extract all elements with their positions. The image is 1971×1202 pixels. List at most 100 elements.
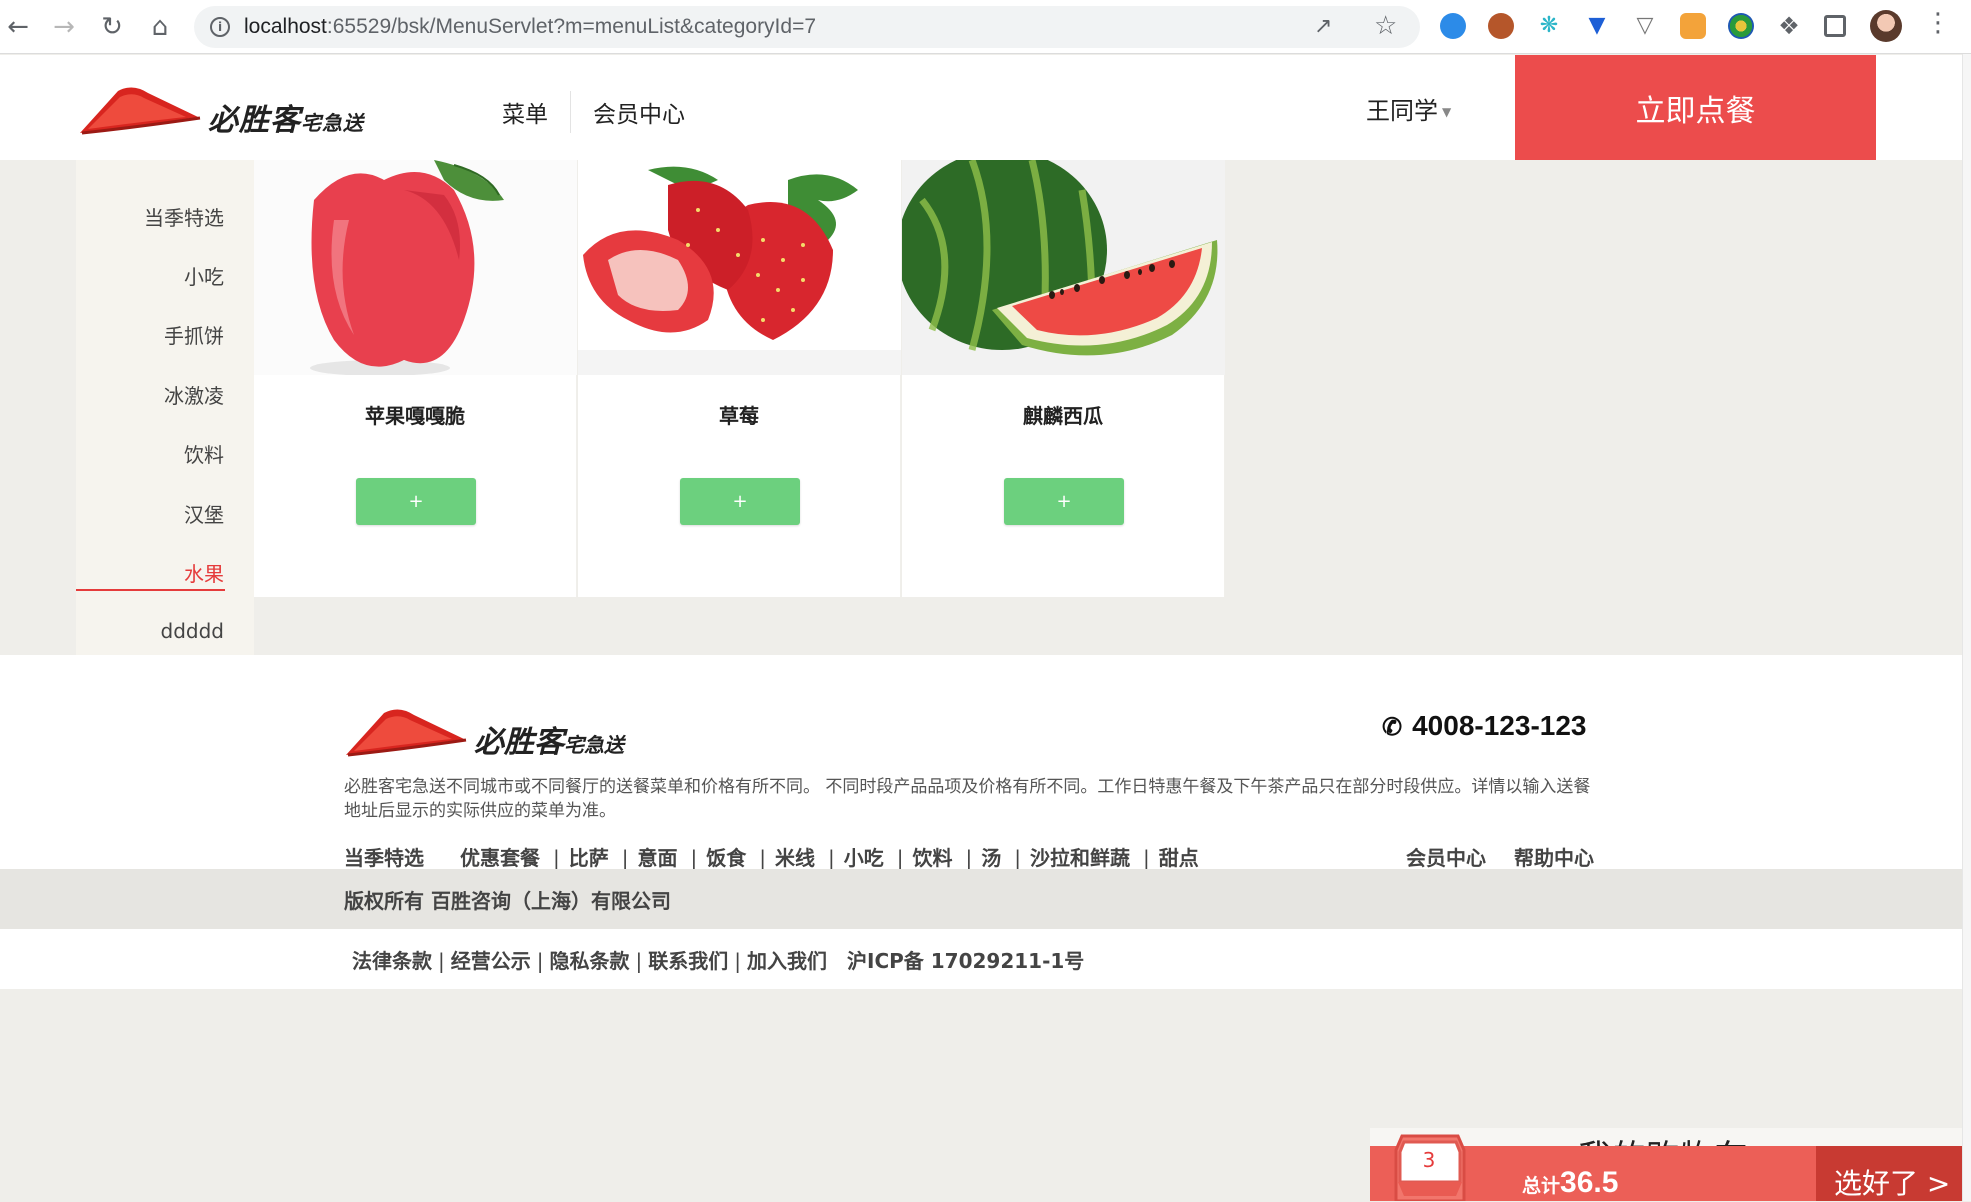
product-name: 草莓 bbox=[719, 404, 759, 428]
product-card: 苹果嘎嘎脆 + bbox=[254, 160, 577, 597]
category-item-active[interactable]: 水果 bbox=[184, 558, 224, 587]
footer-link[interactable]: 优惠套餐 bbox=[460, 846, 540, 870]
extension-shield-icon[interactable] bbox=[1440, 13, 1466, 39]
home-icon[interactable]: ⌂ bbox=[142, 9, 178, 45]
brand-name: 必胜客 bbox=[208, 103, 301, 138]
browser-toolbar: ← → ↻ ⌂ i localhost:65529/bsk/MenuServle… bbox=[0, 0, 1971, 54]
legal-link[interactable]: 加入我们 bbox=[747, 949, 827, 973]
category-item[interactable]: ddddd bbox=[161, 619, 224, 643]
legal-link[interactable]: 经营公示 bbox=[451, 949, 531, 973]
caret-down-icon: ▼ bbox=[1442, 105, 1452, 119]
footer-member-center-link[interactable]: 会员中心 bbox=[1406, 846, 1486, 870]
extension-orange-icon[interactable] bbox=[1680, 13, 1706, 39]
checkout-button[interactable]: 选好了 > bbox=[1816, 1146, 1962, 1201]
footer-link[interactable]: 当季特选 bbox=[344, 846, 424, 870]
phone-icon: ✆ bbox=[1382, 714, 1403, 742]
hotline-number: 4008-123-123 bbox=[1412, 710, 1587, 741]
site-header: 必胜客宅急送 菜单 会员中心 王同学 ▼ 立即点餐 bbox=[0, 55, 1962, 160]
reload-icon[interactable]: ↻ bbox=[94, 9, 130, 45]
add-to-cart-button[interactable]: + bbox=[356, 478, 476, 525]
footer-brand-name: 必胜客 bbox=[474, 725, 564, 760]
legal-link[interactable]: 隐私条款 bbox=[550, 949, 630, 973]
extension-fox-icon[interactable] bbox=[1488, 13, 1514, 39]
page-scrollbar[interactable] bbox=[1962, 54, 1971, 1201]
footer-disclaimer: 必胜客宅急送不同城市或不同餐厅的送餐菜单和价格有所不同。 不同时段产品品项及价格… bbox=[344, 777, 1591, 821]
footer-right-links: 会员中心 帮助中心 bbox=[1406, 842, 1594, 871]
share-icon[interactable]: ↗ bbox=[1314, 14, 1332, 39]
nav-menu-link[interactable]: 菜单 bbox=[480, 95, 570, 129]
footer-divider: | bbox=[621, 846, 629, 870]
footer-divider: | bbox=[896, 846, 904, 870]
footer-link[interactable]: 小吃 bbox=[844, 846, 884, 870]
legal-bar: 法律条款 | 经营公示 | 隐私条款 | 联系我们 | 加入我们 沪ICP备 17029211-1… bbox=[0, 929, 1962, 989]
extension-vue-icon[interactable]: ▽ bbox=[1632, 13, 1658, 39]
footer-divider: | bbox=[1014, 846, 1021, 870]
extension-gear-icon[interactable]: ❋ bbox=[1536, 13, 1562, 39]
url-text[interactable]: localhost:65529/bsk/MenuServlet?m=menuLi… bbox=[244, 15, 816, 39]
product-name: 苹果嘎嘎脆 bbox=[365, 404, 465, 428]
side-panel-icon[interactable] bbox=[1824, 15, 1846, 37]
footer-logo-text: 必胜客宅急送 bbox=[474, 717, 624, 761]
icp-license[interactable]: 沪ICP备 17029211-1号 bbox=[847, 949, 1084, 973]
brand-subname: 宅急送 bbox=[301, 111, 364, 135]
category-item[interactable]: 饮料 bbox=[184, 439, 224, 468]
site-info-icon[interactable]: i bbox=[210, 17, 230, 37]
active-category-underline bbox=[76, 589, 225, 591]
user-name: 王同学 bbox=[1366, 97, 1438, 125]
product-image-strawberry[interactable] bbox=[578, 160, 901, 375]
footer-divider: | bbox=[690, 846, 698, 870]
address-bar[interactable]: i localhost:65529/bsk/MenuServlet?m=menu… bbox=[194, 6, 1420, 48]
footer-divider: | bbox=[828, 846, 835, 870]
footer-logo[interactable]: 必胜客宅急送 bbox=[344, 705, 654, 761]
url-path: :65529/bsk/MenuServlet?m=menuList&catego… bbox=[326, 15, 817, 38]
footer-link[interactable]: 饭食 bbox=[706, 846, 746, 870]
product-image-apple[interactable] bbox=[254, 160, 577, 375]
legal-link[interactable]: 联系我们 bbox=[648, 949, 728, 973]
footer-help-center-link[interactable]: 帮助中心 bbox=[1514, 846, 1594, 870]
footer-divider: | bbox=[1143, 846, 1150, 870]
brand-logo-text: 必胜客宅急送 bbox=[208, 95, 364, 139]
extensions-puzzle-icon[interactable]: ❖ bbox=[1776, 13, 1802, 39]
bookmark-star-icon[interactable]: ☆ bbox=[1374, 11, 1397, 41]
category-item[interactable]: 汉堡 bbox=[184, 499, 224, 528]
extension-globe-icon[interactable] bbox=[1728, 13, 1754, 39]
footer-link[interactable]: 意面 bbox=[638, 846, 678, 870]
add-to-cart-button[interactable]: + bbox=[680, 478, 800, 525]
cart-total-label: 总计 bbox=[1522, 1175, 1561, 1197]
product-image-watermelon[interactable] bbox=[902, 160, 1225, 375]
category-item[interactable]: 当季特选 bbox=[144, 202, 224, 231]
footer-link[interactable]: 饮料 bbox=[913, 846, 953, 870]
legal-link[interactable]: 法律条款 bbox=[352, 949, 432, 973]
extension-v-icon[interactable]: ▼ bbox=[1584, 13, 1610, 39]
footer-link[interactable]: 比萨 bbox=[569, 846, 609, 870]
footer-divider: | bbox=[965, 846, 973, 870]
category-item[interactable]: 小吃 bbox=[184, 261, 224, 290]
footer: 必胜客宅急送 ✆ 4008-123-123 必胜客宅急送不同城市或不同餐厅的送餐菜… bbox=[0, 655, 1962, 871]
order-now-button[interactable]: 立即点餐 bbox=[1515, 55, 1876, 160]
pizza-hut-hat-icon bbox=[80, 87, 201, 135]
forward-icon[interactable]: → bbox=[46, 9, 82, 45]
category-item[interactable]: 手抓饼 bbox=[164, 320, 224, 349]
legal-divider: | bbox=[734, 949, 741, 973]
add-to-cart-button[interactable]: + bbox=[1004, 478, 1124, 525]
top-nav: 菜单 会员中心 bbox=[480, 91, 707, 133]
footer-links: 当季特选 优惠套餐 | 比萨 | 意面 | 饭食 | 米线 | 小吃 | 饮料 | 汤 | 沙拉和鲜蔬 | 甜点 bbox=[344, 842, 1203, 871]
category-item[interactable]: 冰激凌 bbox=[164, 380, 224, 409]
hotline: ✆ 4008-123-123 bbox=[1382, 710, 1586, 742]
brand-logo[interactable]: 必胜客宅急送 bbox=[78, 83, 388, 139]
cart-count-badge: 3 bbox=[1422, 1148, 1436, 1172]
back-icon[interactable]: ← bbox=[0, 9, 36, 45]
user-menu[interactable]: 王同学 ▼ bbox=[1366, 91, 1451, 126]
profile-avatar[interactable] bbox=[1870, 10, 1902, 42]
footer-link[interactable]: 甜点 bbox=[1159, 846, 1199, 870]
product-card: 草莓 + bbox=[578, 160, 901, 597]
legal-divider: | bbox=[536, 949, 544, 973]
browser-menu-icon[interactable]: ⋮ bbox=[1925, 8, 1951, 38]
legal-links: 法律条款 | 经营公示 | 隐私条款 | 联系我们 | 加入我们 沪ICP备 17029211-1… bbox=[352, 945, 1084, 974]
footer-link[interactable]: 汤 bbox=[981, 846, 1001, 870]
nav-member-center-link[interactable]: 会员中心 bbox=[571, 95, 707, 129]
footer-link[interactable]: 沙拉和鲜蔬 bbox=[1030, 846, 1130, 870]
product-name: 麒麟西瓜 bbox=[1023, 404, 1103, 428]
footer-link[interactable]: 米线 bbox=[775, 846, 815, 870]
url-host: localhost bbox=[244, 15, 327, 38]
